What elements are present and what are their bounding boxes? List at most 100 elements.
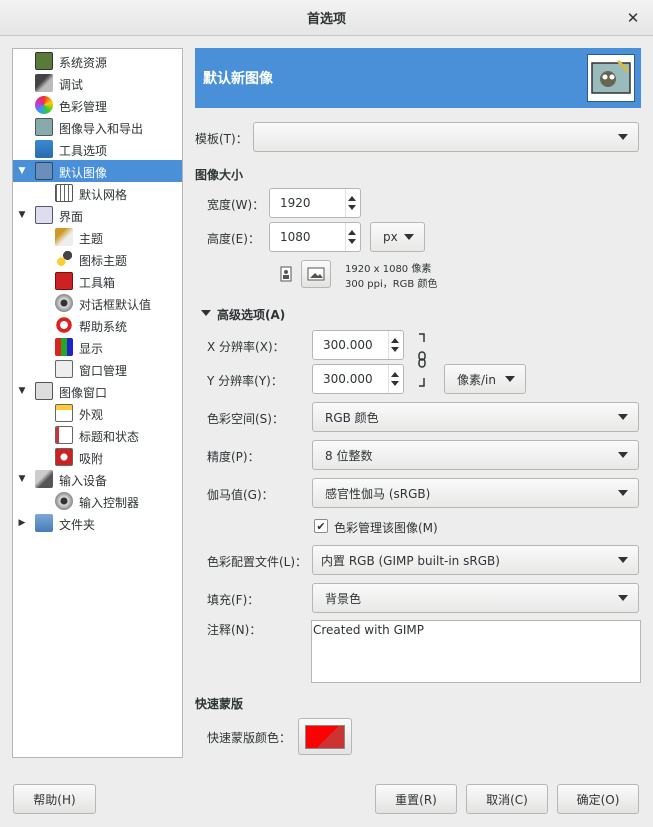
tree-item-label: 图像窗口 [59,386,108,400]
ok-button[interactable]: 确定(O) [557,784,639,814]
precision-value: 8 位整数 [325,448,373,463]
icon-theme-icon [55,250,73,268]
panel-title: 默认新图像 [203,71,273,87]
interface-icon [35,206,53,224]
comment-textarea[interactable]: Created with GIMP [311,620,641,683]
size-unit-value: px [383,230,398,244]
spin-down-icon[interactable] [391,347,399,352]
quickmask-color-button[interactable] [298,718,352,755]
expander-expanded-icon[interactable]: ▼ [17,210,27,220]
xres-value: 300.000 [323,338,373,352]
tree-item-label: 图标主题 [79,254,128,268]
reset-button[interactable]: 重置(R) [375,784,457,814]
tree-item-image-window[interactable]: ▼ 图像窗口 [13,380,182,402]
tree-item-default-image[interactable]: ▼ 默认图像 [13,160,182,182]
window-titlebar: 首选项 ✕ [0,0,653,36]
chevron-down-icon [618,490,628,496]
spin-down-icon[interactable] [391,381,399,386]
tree-item-label: 色彩管理 [59,100,108,114]
tree-item-display[interactable]: 显示 [13,336,182,358]
resolution-unit-value: 像素/in [457,372,496,387]
tree-item-help-system[interactable]: 帮助系统 [13,314,182,336]
precision-combo[interactable]: 8 位整数 [312,440,639,470]
tree-item-label: 外观 [79,408,104,422]
tree-item-folders[interactable]: ▶ 文件夹 [13,512,182,534]
expander-expanded-icon[interactable]: ▼ [17,166,27,176]
portrait-orientation-button[interactable] [277,260,295,288]
tree-item-dialog-defaults[interactable]: 对话框默认值 [13,292,182,314]
colorspace-combo[interactable]: RGB 颜色 [312,402,639,432]
spin-down-icon[interactable] [348,205,356,210]
color-manage-label[interactable]: 色彩管理该图像(M) [334,519,438,536]
spin-up-icon[interactable] [348,196,356,201]
spin-down-icon[interactable] [348,239,356,244]
chevron-down-icon [618,134,628,140]
check-icon: ✔ [316,519,326,533]
height-spinner[interactable]: 1080 [269,222,361,252]
default-image-panel: 默认新图像 模板(T)： 图像大小 宽度(W)： 1920 高度(E)： 108… [195,48,641,758]
spin-up-icon[interactable] [348,230,356,235]
tree-item-label: 吸附 [79,452,104,466]
debug-icon [35,74,53,92]
template-combo[interactable] [253,122,639,152]
dialog-button-bar: 帮助(H) 重置(R) 取消(C) 确定(O) [0,770,653,827]
xres-label: X 分辨率(X)： [207,340,285,354]
size-info: 1920 x 1080 像素 [345,264,432,275]
spinner-separator [388,365,389,393]
tree-item-interface[interactable]: ▼ 界面 [13,204,182,226]
tree-item-toolbox[interactable]: 工具箱 [13,270,182,292]
color-profile-combo[interactable]: 内置 RGB (GIMP built-in sRGB) [312,545,639,575]
yres-spinner[interactable]: 300.000 [312,364,404,394]
width-value: 1920 [280,196,311,210]
xres-spinner[interactable]: 300.000 [312,330,404,360]
expander-expanded-icon[interactable] [201,310,211,316]
gamma-label: 伽马值(G)： [207,488,274,502]
quickmask-color-label: 快速蒙版颜色： [207,731,292,745]
tree-item-theme[interactable]: 主题 [13,226,182,248]
spin-up-icon[interactable] [391,338,399,343]
tree-item-default-grid[interactable]: 默认网格 [13,182,182,204]
cancel-button[interactable]: 取消(C) [466,784,548,814]
landscape-orientation-button[interactable] [301,260,331,288]
spin-up-icon[interactable] [391,372,399,377]
tree-item-title-status[interactable]: 标题和状态 [13,424,182,446]
advanced-options-expander[interactable]: 高级选项(A) [217,306,285,323]
close-icon[interactable]: ✕ [623,8,643,28]
expander-collapsed-icon[interactable]: ▶ [17,518,27,528]
image-import-export-icon [35,118,53,136]
landscape-icon [307,267,325,281]
tool-options-icon [35,140,53,158]
system-resources-icon [35,52,53,70]
tree-item-input-controllers[interactable]: 输入控制器 [13,490,182,512]
tree-item-icon-theme[interactable]: 图标主题 [13,248,182,270]
tree-item-system-resources[interactable]: 系统资源 [13,50,182,72]
chain-link-icon[interactable] [415,332,429,388]
toolbox-icon [55,272,73,290]
tree-item-label: 窗口管理 [79,364,128,378]
tree-item-debug[interactable]: 调试 [13,72,182,94]
resolution-unit-combo[interactable]: 像素/in [444,364,526,394]
tree-item-snapping[interactable]: 吸附 [13,446,182,468]
tree-item-input-devices[interactable]: ▼ 输入设备 [13,468,182,490]
gamma-combo[interactable]: 感官性伽马 (sRGB) [312,478,639,508]
chevron-down-icon [404,234,414,240]
tree-item-appearance[interactable]: 外观 [13,402,182,424]
tree-item-window-management[interactable]: 窗口管理 [13,358,182,380]
size-unit-combo[interactable]: px [370,222,425,252]
color-manage-checkbox[interactable]: ✔ [314,519,328,533]
tree-item-color-management[interactable]: 色彩管理 [13,94,182,116]
comment-label: 注释(N)： [207,623,262,637]
expander-expanded-icon[interactable]: ▼ [17,474,27,484]
quickmask-color-swatch [305,724,345,749]
fill-combo[interactable]: 背景色 [312,583,639,613]
resolution-info: 300 ppi，RGB 颜色 [345,279,438,290]
help-button[interactable]: 帮助(H) [13,784,96,814]
width-spinner[interactable]: 1920 [269,188,361,218]
tree-item-image-import-export[interactable]: 图像导入和导出 [13,116,182,138]
tree-item-tool-options[interactable]: 工具选项 [13,138,182,160]
color-profile-value: 内置 RGB (GIMP built-in sRGB) [321,553,500,568]
portrait-icon [280,266,292,282]
expander-expanded-icon[interactable]: ▼ [17,386,27,396]
spinner-separator [345,223,346,251]
preferences-tree[interactable]: 系统资源 调试 色彩管理 图像导入和导出 工具选项 ▼ 默认图像 默认网格 ▼ … [12,48,183,758]
